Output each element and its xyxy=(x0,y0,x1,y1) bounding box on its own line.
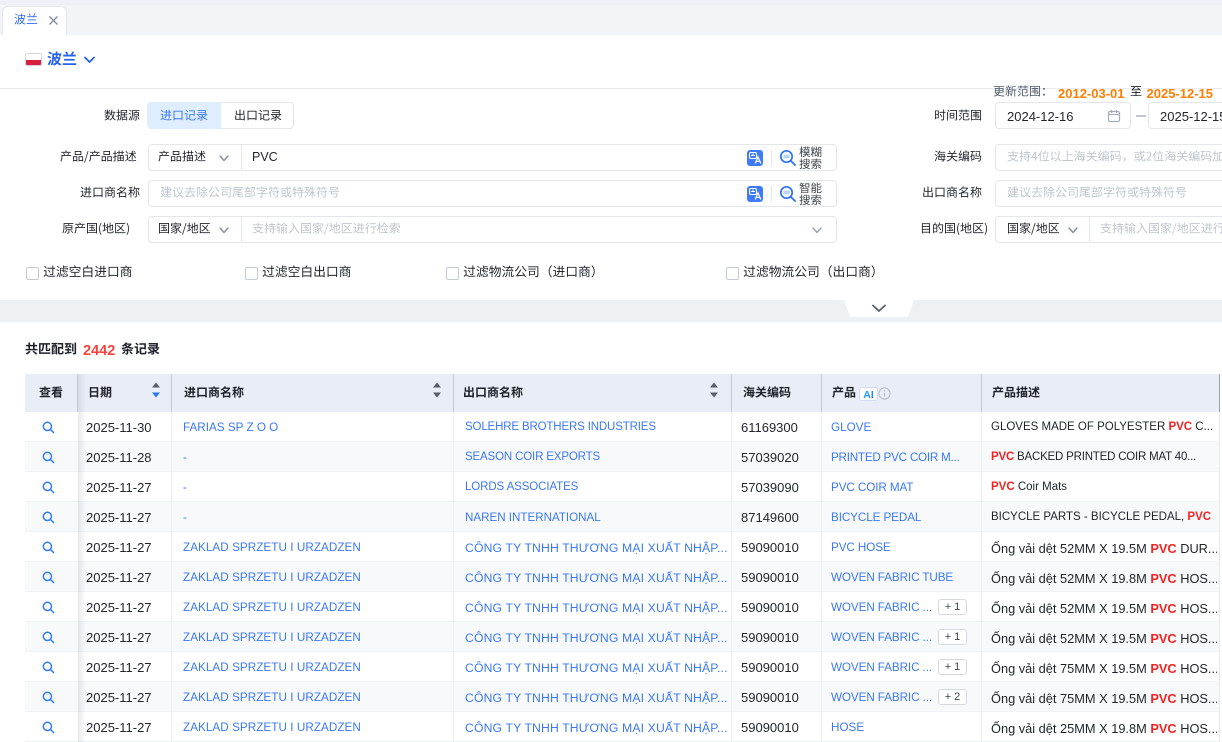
svg-text:AI: AI xyxy=(863,389,874,401)
